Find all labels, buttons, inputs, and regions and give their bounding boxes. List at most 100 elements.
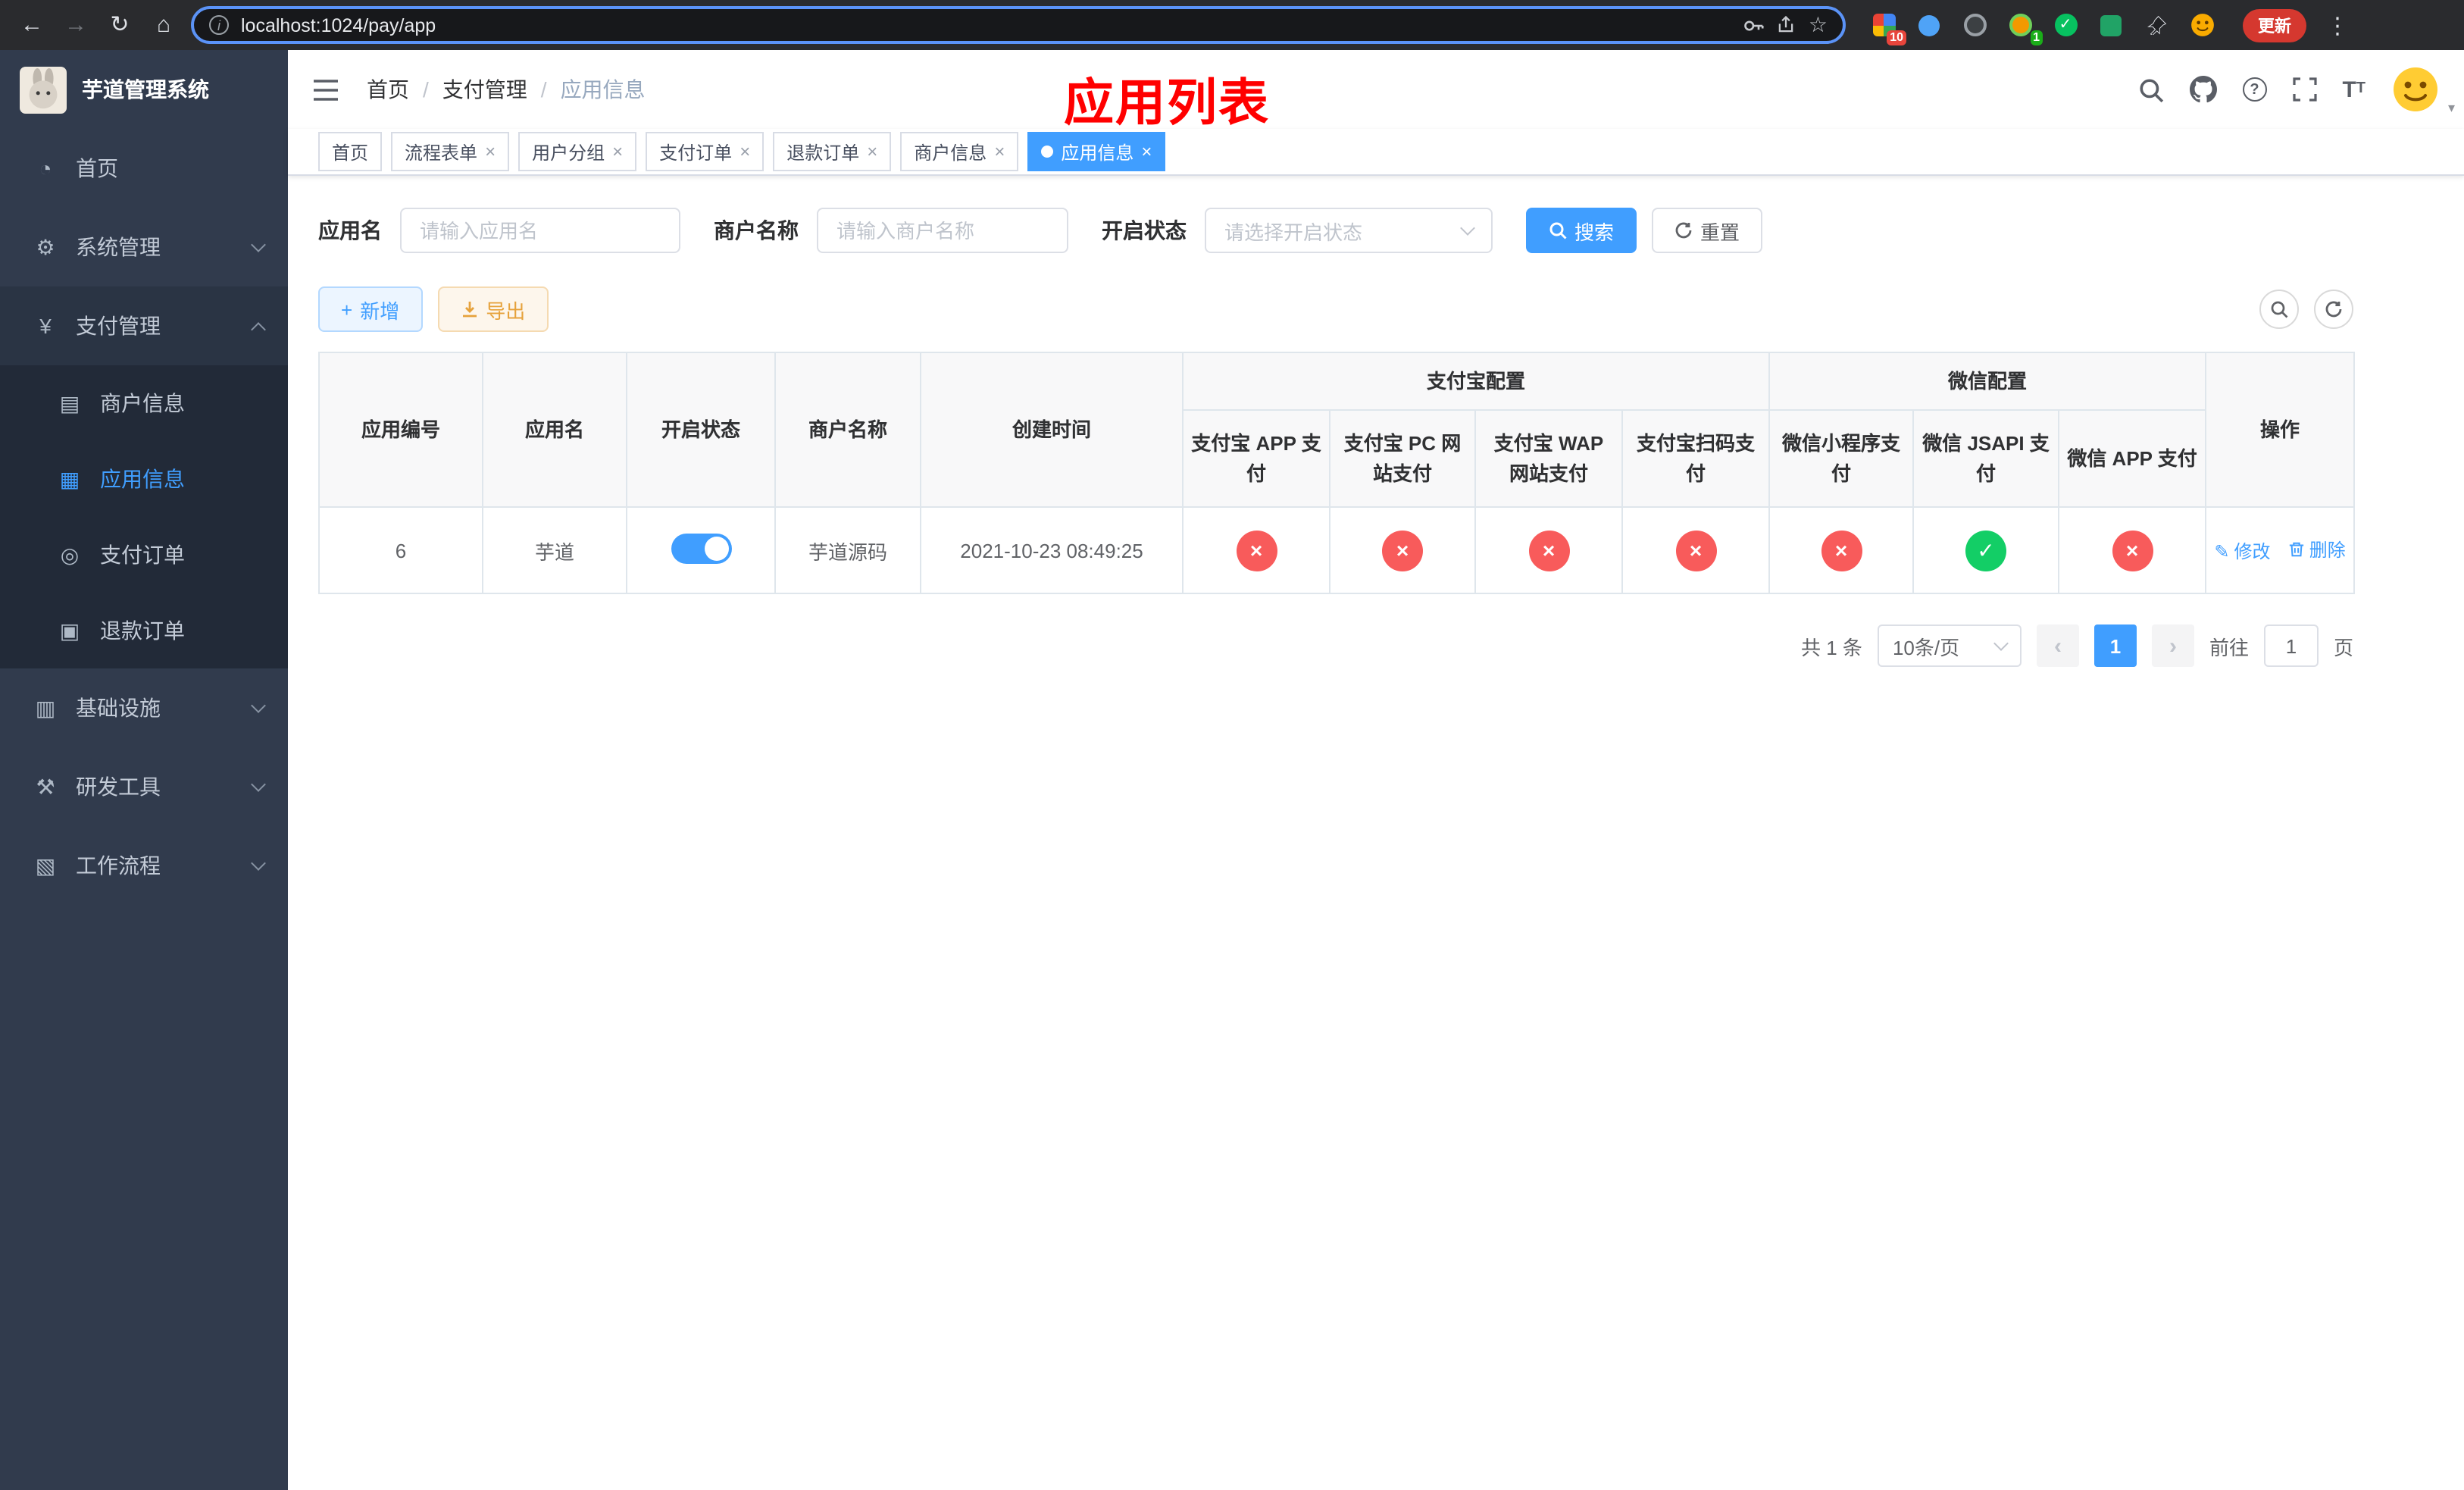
group-header-alipay: 支付宝配置 — [1181, 352, 1771, 411]
address-bar[interactable]: i localhost:1024/pay/app ☆ — [191, 6, 1846, 44]
sidebar-item-label: 工作流程 — [76, 853, 161, 878]
extension-badge: 10 — [1887, 30, 1906, 45]
refund-icon: ▣ — [59, 618, 80, 642]
breadcrumb-payment[interactable]: 支付管理 — [442, 74, 527, 105]
col-header-wechat-app: 微信 APP 支付 — [2058, 409, 2207, 508]
chevron-down-icon — [1460, 220, 1475, 235]
add-button[interactable]: + 新增 — [318, 286, 423, 332]
browser-update-button[interactable]: 更新 — [2243, 8, 2306, 42]
chevron-up-icon — [251, 321, 266, 337]
fail-icon: × — [1675, 530, 1716, 571]
sidebar-item-home[interactable]: ◔ 首页 — [0, 129, 288, 208]
github-icon[interactable] — [2189, 76, 2217, 103]
tab-label: 流程表单 — [405, 142, 478, 163]
extension-dark-icon[interactable] — [1959, 10, 1990, 40]
status-toggle[interactable] — [671, 533, 731, 563]
content: 应用名 商户名称 开启状态 请选择开启状态 搜索 — [318, 208, 2356, 667]
sidebar-item-payment[interactable]: ¥ 支付管理 — [0, 286, 288, 365]
tab-close-icon[interactable]: × — [1141, 141, 1152, 162]
sidebar-item-infrastructure[interactable]: ▥ 基础设施 — [0, 668, 288, 747]
emoji-face-icon[interactable] — [2187, 10, 2217, 40]
yen-icon: ¥ — [39, 314, 52, 338]
extension-green-check-icon[interactable]: ✓ — [2050, 10, 2081, 40]
breadcrumb-home[interactable]: 首页 — [367, 74, 409, 105]
col-header-wechat-jsapi: 微信 JSAPI 支付 — [1912, 409, 2060, 508]
help-icon[interactable]: ? — [2242, 77, 2267, 102]
share-icon[interactable] — [1777, 15, 1796, 35]
tab-user-group[interactable]: 用户分组 × — [518, 132, 637, 171]
extension-blue-icon[interactable] — [1914, 10, 1944, 40]
site-info-icon[interactable]: i — [209, 15, 229, 35]
cell-wechat-app: × — [2058, 506, 2207, 594]
page-size-select[interactable]: 10条/页 — [1877, 624, 2022, 667]
sidebar-item-system[interactable]: ⚙ 系统管理 — [0, 208, 288, 286]
extension-puzzle-icon[interactable]: 10 — [1868, 10, 1906, 45]
breadcrumb: 首页 / 支付管理 / 应用信息 — [367, 74, 646, 105]
browser-forward-icon[interactable]: → — [59, 8, 92, 42]
tab-process-form[interactable]: 流程表单 × — [391, 132, 510, 171]
pin-icon[interactable] — [2141, 10, 2172, 40]
col-header-status: 开启状态 — [626, 352, 776, 508]
extension-messages-icon[interactable]: 1 — [2005, 10, 2043, 45]
sidebar-item-pay-orders[interactable]: ◎ 支付订单 — [0, 517, 288, 593]
tab-app-info[interactable]: 应用信息 × — [1027, 132, 1166, 171]
goto-unit: 页 — [2333, 636, 2353, 659]
col-header-actions: 操作 — [2205, 352, 2356, 508]
tab-merchant-info[interactable]: 商户信息 × — [900, 132, 1019, 171]
extension-green-square-icon[interactable] — [2096, 10, 2126, 40]
reset-button[interactable]: 重置 — [1652, 208, 1763, 253]
next-page-button[interactable]: › — [2151, 624, 2194, 667]
tab-pay-orders[interactable]: 支付订单 × — [646, 132, 765, 171]
app-name-input[interactable] — [400, 208, 680, 253]
sidebar-item-merchant-info[interactable]: ▤ 商户信息 — [0, 365, 288, 441]
sidebar: 芋道管理系统 ◔ 首页 ⚙ 系统管理 ¥ 支付管理 ▤ 商户信息 ▦ 应用信息 — [0, 50, 288, 1490]
toggle-search-icon[interactable] — [2259, 290, 2299, 329]
browser-toolbar: ← → ↻ ⌂ i localhost:1024/pay/app ☆ 10 1 … — [0, 0, 2464, 50]
tab-close-icon[interactable]: × — [485, 141, 496, 162]
browser-home-icon[interactable]: ⌂ — [147, 8, 180, 42]
browser-reload-icon[interactable]: ↻ — [103, 8, 136, 42]
password-key-icon[interactable] — [1743, 14, 1765, 36]
filter-merchant-name: 商户名称 — [714, 208, 1068, 253]
breadcrumb-current: 应用信息 — [560, 77, 646, 102]
cell-created: 2021-10-23 08:49:25 — [920, 506, 1184, 594]
sidebar-item-workflow[interactable]: ▧ 工作流程 — [0, 826, 288, 905]
filter-form: 应用名 商户名称 开启状态 请选择开启状态 搜索 — [318, 208, 2353, 253]
goto-page-input[interactable] — [2263, 624, 2319, 667]
refresh-icon[interactable] — [2314, 290, 2353, 329]
bookmark-star-icon[interactable]: ☆ — [1809, 12, 1828, 38]
card-icon: ▤ — [59, 390, 80, 415]
delete-link[interactable]: 删除 — [2288, 537, 2346, 562]
tab-close-icon[interactable]: × — [612, 141, 623, 162]
tab-close-icon[interactable]: × — [740, 141, 750, 162]
tab-refund-orders[interactable]: 退款订单 × — [773, 132, 892, 171]
tab-label: 支付订单 — [659, 142, 733, 163]
export-button[interactable]: 导出 — [437, 286, 549, 332]
font-size-icon[interactable]: TT — [2342, 78, 2366, 101]
browser-menu-icon[interactable]: ⋮ — [2326, 11, 2349, 39]
search-button[interactable]: 搜索 — [1526, 208, 1637, 253]
chevron-down-icon — [1993, 635, 2009, 650]
search-icon[interactable] — [2137, 77, 2163, 102]
tab-home[interactable]: 首页 — [318, 132, 383, 171]
status-select[interactable]: 请选择开启状态 — [1205, 208, 1493, 253]
prev-page-button[interactable]: ‹ — [2036, 624, 2079, 667]
hamburger-icon[interactable] — [312, 78, 339, 101]
sidebar-item-dev-tools[interactable]: ⚒ 研发工具 — [0, 747, 288, 826]
col-header-alipay-pc: 支付宝 PC 网站支付 — [1329, 409, 1476, 508]
merchant-name-input[interactable] — [817, 208, 1068, 253]
fullscreen-icon[interactable] — [2292, 77, 2317, 102]
page-header: 首页 / 支付管理 / 应用信息 应用列表 ? T T ▾ — [288, 50, 2464, 130]
cell-merchant: 芋道源码 — [774, 506, 921, 594]
tab-close-icon[interactable]: × — [994, 141, 1005, 162]
user-avatar[interactable]: ▾ — [2391, 65, 2455, 115]
browser-back-icon[interactable]: ← — [15, 8, 48, 42]
filter-status: 开启状态 请选择开启状态 — [1102, 208, 1493, 253]
tab-close-icon[interactable]: × — [867, 141, 877, 162]
edit-link[interactable]: ✎ 修改 — [2214, 539, 2270, 565]
toolbar-utilities — [2259, 290, 2353, 329]
sidebar-item-app-info[interactable]: ▦ 应用信息 — [0, 441, 288, 517]
page-1-button[interactable]: 1 — [2093, 624, 2137, 667]
sidebar-item-refund-orders[interactable]: ▣ 退款订单 — [0, 593, 288, 668]
status-select-placeholder: 请选择开启状态 — [1224, 221, 1363, 243]
